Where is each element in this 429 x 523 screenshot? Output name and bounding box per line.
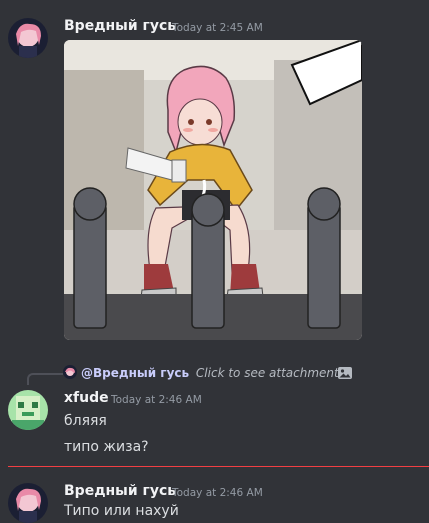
reply-spine (27, 373, 63, 385)
message-text: бляяя (64, 413, 107, 429)
message-timestamp: Today at 2:46 AM (111, 394, 202, 406)
new-messages-divider (8, 466, 429, 467)
author-avatar-vredny-gus[interactable] (8, 483, 48, 523)
message-author-name[interactable]: Вредный гусь (64, 18, 176, 34)
message-text: Типо или нахуй (64, 503, 179, 519)
message-text: типо жиза? (64, 439, 149, 455)
reply-author-avatar (63, 365, 77, 379)
reply-author[interactable]: @Вредный гусь (81, 366, 189, 380)
message-timestamp: Today at 2:46 AM (172, 487, 263, 499)
message-timestamp: Today at 2:45 AM (172, 22, 263, 34)
reply-preview[interactable]: @Вредный гусь Click to see attachment (81, 366, 339, 380)
author-avatar-xfude[interactable] (8, 390, 48, 430)
message-author-name[interactable]: Вредный гусь (64, 483, 176, 499)
reply-text[interactable]: Click to see attachment (196, 366, 339, 380)
author-avatar-vredny-gus[interactable] (8, 18, 48, 58)
image-icon (337, 365, 353, 381)
anime-image-attachment-icon (64, 40, 362, 340)
image-attachment[interactable] (64, 40, 362, 340)
message-author-name[interactable]: xfude (64, 390, 109, 406)
